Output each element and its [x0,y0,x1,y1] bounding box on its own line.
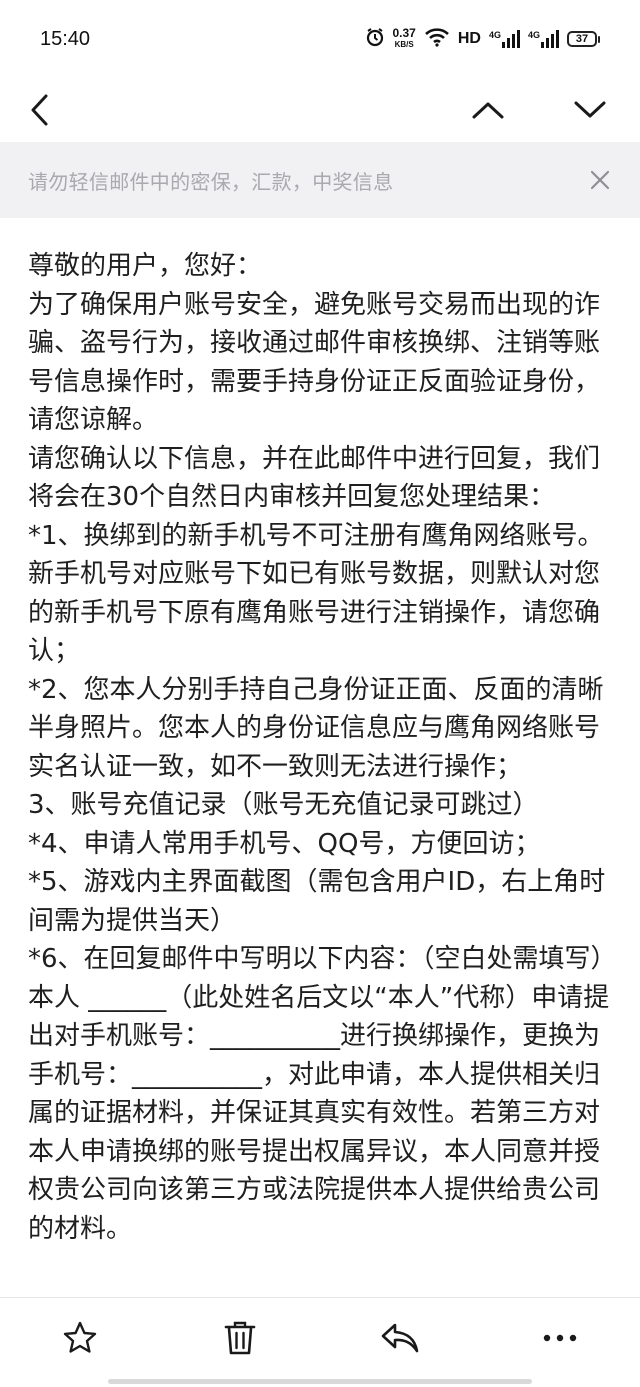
close-warning-button[interactable] [580,160,620,200]
bottom-action-bar [0,1297,640,1387]
email-paragraph: *4、申请人常用手机号、QQ号，方便回访； [28,828,541,859]
email-paragraph: 请您确认以下信息，并在此邮件中进行回复，我们将会在30个自然日内审核并回复您处理… [28,443,601,513]
back-button[interactable] [10,78,70,142]
speed-unit: KB/S [394,40,414,49]
chevron-up-icon [472,102,504,119]
signal-bars-icon [541,30,559,48]
trash-icon [224,1321,256,1355]
email-paragraph: 本人 ______（此处姓名后文以“本人”代称）申请提出对手机账号：______… [28,982,610,1244]
email-paragraph: *5、游戏内主界面截图（需包含用户ID，右上角时间需为提供当天） [28,867,606,936]
status-icons: 0.37 KB/S HD 4G 4G 37 [365,26,600,51]
battery-level: 37 [567,31,597,47]
reply-button[interactable] [370,1308,430,1368]
battery-icon: 37 [567,31,600,47]
network-label-2: 4G [527,30,540,40]
reply-icon [381,1323,419,1353]
warning-text: 请勿轻信邮件中的密保，汇款，中奖信息 [28,169,394,194]
email-paragraph: 3、账号充值记录（账号无充值记录可跳过） [28,790,539,820]
network-label-1: 4G [488,30,501,40]
chevron-left-icon [31,94,48,126]
signal-2: 4G [528,30,559,48]
signal-1: 4G [489,30,520,48]
alarm-icon [365,27,385,51]
email-paragraph: *1、换绑到的新手机号不可注册有鹰角网络账号。新手机号对应账号下如已有账号数据，… [28,520,604,667]
email-paragraph: 为了确保用户账号安全，避免账号交易而出现的诈骗、盗号行为，接收通过邮件审核换绑、… [28,289,601,436]
status-time: 15:40 [40,27,91,50]
wifi-icon [424,27,450,51]
delete-button[interactable] [210,1308,270,1368]
star-icon [63,1321,97,1353]
next-mail-button[interactable] [560,78,620,142]
network-speed: 0.37 KB/S [392,26,416,50]
more-icon [543,1334,577,1342]
security-warning-banner: 请勿轻信邮件中的密保，汇款，中奖信息 [0,142,640,218]
status-bar: 15:40 0.37 KB/S HD 4G 4G 37 [0,0,640,78]
toolbar [0,78,640,142]
star-button[interactable] [50,1308,110,1368]
previous-mail-button[interactable] [458,78,518,142]
email-paragraph: *6、在回复邮件中写明以下内容：（空白处需填写） [28,944,617,974]
home-indicator[interactable] [108,1379,532,1384]
speed-value: 0.37 [392,26,416,40]
email-paragraph: *2、您本人分别手持自己身份证正面、反面的清晰半身照片。您本人的身份证信息应与鹰… [28,674,604,782]
signal-bars-icon [501,30,520,48]
hd-label: HD [457,30,481,47]
chevron-down-icon [574,101,606,118]
email-body: 尊敬的用户，您好： 为了确保用户账号安全，避免账号交易而出现的诈骗、盗号行为，接… [28,247,618,1293]
more-options-button[interactable] [530,1308,590,1368]
close-icon [590,170,610,190]
email-greeting: 尊敬的用户，您好： [28,251,263,281]
